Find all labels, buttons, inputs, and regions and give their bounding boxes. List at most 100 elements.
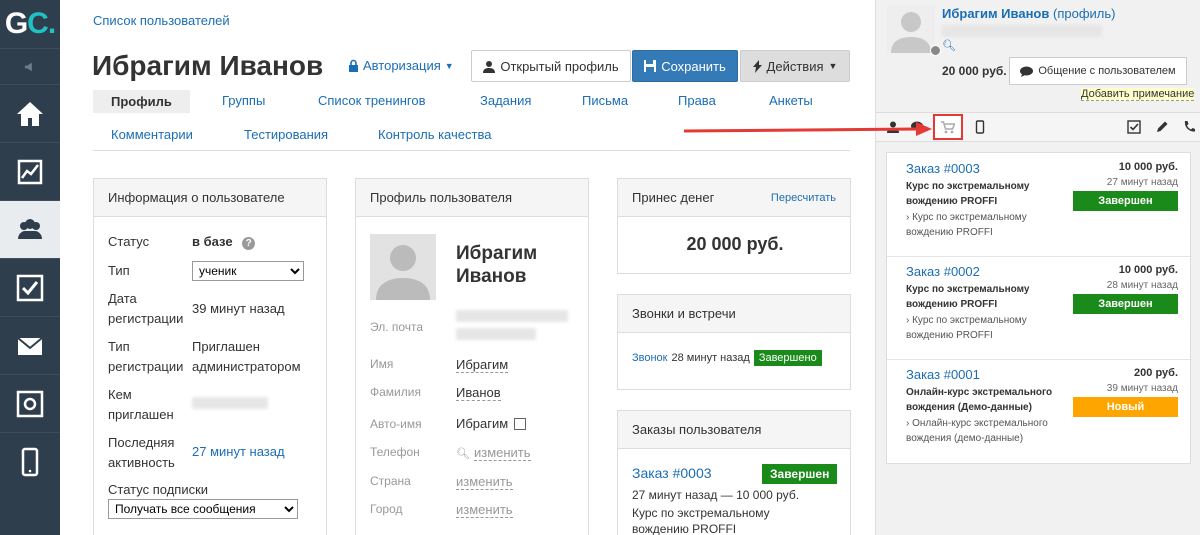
help-icon[interactable]: ? bbox=[242, 237, 256, 250]
recalculate-link[interactable]: Пересчитать bbox=[771, 192, 836, 204]
search-icon[interactable]: 🔍︎ bbox=[942, 39, 956, 52]
sidebar-item-announce[interactable] bbox=[0, 48, 60, 84]
profile-first-name: Ибрагим bbox=[456, 243, 538, 264]
offline-status-dot bbox=[930, 45, 941, 56]
caret-down-icon: ▼ bbox=[828, 61, 838, 71]
sidebar-item-home[interactable] bbox=[0, 84, 60, 142]
auth-dropdown[interactable]: Авторизация ▼ bbox=[348, 58, 454, 73]
order-link[interactable]: Заказ #0003 bbox=[906, 161, 980, 176]
reg-type-label-1: Тип bbox=[108, 339, 130, 354]
mobile-icon[interactable] bbox=[973, 120, 987, 134]
phone-label: Телефон bbox=[370, 445, 420, 459]
autoname-checkbox[interactable] bbox=[514, 417, 527, 430]
order-title: Онлайн-курс экстремального вождения (Дем… bbox=[906, 387, 1053, 413]
right-user-panel: Ибрагим Иванов (профиль) 🔍︎ 20 000 руб. … bbox=[875, 0, 1200, 535]
breadcrumb-users-list[interactable]: Список пользователей bbox=[93, 13, 230, 28]
tab-rights[interactable]: Права bbox=[678, 93, 716, 108]
country-change-link[interactable]: изменить bbox=[456, 474, 513, 490]
panel-heading: Заказы пользователя bbox=[618, 411, 850, 449]
logo[interactable]: G C. bbox=[0, 0, 60, 48]
tab-comments[interactable]: Комментарии bbox=[111, 127, 193, 142]
order-link[interactable]: Заказ #0001 bbox=[906, 367, 980, 382]
tab-letters[interactable]: Письма bbox=[582, 93, 628, 108]
order-item: Заказ #0001 200 руб. 39 минут назад Онла… bbox=[887, 360, 1192, 464]
tab-assignments[interactable]: Задания bbox=[480, 93, 531, 108]
reg-date-label-1: Дата bbox=[108, 291, 137, 306]
phone-icon[interactable] bbox=[1182, 120, 1196, 134]
last-active-link[interactable]: 27 минут назад bbox=[192, 444, 285, 459]
type-select[interactable]: ученик bbox=[192, 261, 304, 281]
order-status-badge: Новый bbox=[1073, 397, 1178, 417]
search-icon: 🔍︎ bbox=[456, 447, 470, 460]
city-label: Город bbox=[370, 502, 403, 516]
sidebar-item-tasks[interactable] bbox=[0, 258, 60, 316]
order-time: 27 минут назад bbox=[1106, 177, 1178, 188]
add-note-link[interactable]: Добавить примечание bbox=[1081, 88, 1195, 101]
sidebar-item-reports[interactable] bbox=[0, 142, 60, 200]
order-info: 27 минут назад — 10 000 руб. bbox=[632, 488, 800, 502]
pencil-icon[interactable] bbox=[1155, 120, 1169, 134]
order-desc-2: вождению PROFFI bbox=[632, 522, 737, 535]
tab-groups[interactable]: Группы bbox=[222, 93, 265, 108]
tab-tests[interactable]: Тестирования bbox=[244, 127, 328, 142]
actions-button[interactable]: Действия ▼ bbox=[740, 50, 850, 82]
call-item: Звонок 28 минут назад Завершено bbox=[632, 350, 822, 366]
envelope-icon bbox=[17, 336, 43, 355]
subscription-label: Статус подписки bbox=[108, 482, 209, 497]
country-label: Страна bbox=[370, 474, 411, 488]
sidebar-item-mobile[interactable] bbox=[0, 432, 60, 490]
order-subtitle: › Онлайн-курс экстремального вождения (д… bbox=[906, 418, 1048, 444]
orders-tab-highlighted[interactable] bbox=[933, 114, 963, 140]
safe-icon bbox=[16, 390, 44, 417]
tabs-divider bbox=[93, 150, 850, 151]
order-link[interactable]: Заказ #0002 bbox=[906, 264, 980, 279]
order-time: 28 минут назад bbox=[1106, 280, 1178, 291]
order-status-badge: Завершен bbox=[1073, 191, 1178, 211]
tab-forms[interactable]: Анкеты bbox=[769, 93, 813, 108]
avatar-silhouette-icon bbox=[370, 234, 436, 300]
tab-profile[interactable]: Профиль bbox=[93, 90, 190, 113]
sidebar-item-safe[interactable] bbox=[0, 374, 60, 432]
bolt-icon bbox=[752, 59, 762, 73]
right-orders-list: Заказ #0003 10 000 руб. 27 минут назад К… bbox=[886, 152, 1192, 464]
reg-date-value: 39 минут назад bbox=[192, 301, 285, 316]
city-change-link[interactable]: изменить bbox=[456, 502, 513, 518]
sidebar-item-mail[interactable] bbox=[0, 316, 60, 374]
chat-with-user-button[interactable]: Общение с пользователем bbox=[1009, 57, 1187, 85]
auth-label: Авторизация bbox=[363, 58, 441, 73]
checkbox-icon[interactable] bbox=[1127, 120, 1141, 134]
panel-title: Информация о пользователе bbox=[108, 190, 285, 205]
comment-icon[interactable] bbox=[910, 120, 924, 134]
panel-title: Звонки и встречи bbox=[632, 306, 736, 321]
subscription-select[interactable]: Получать все сообщения bbox=[108, 499, 298, 519]
tab-quality[interactable]: Контроль качества bbox=[378, 127, 491, 142]
avatar bbox=[370, 234, 436, 300]
floppy-icon bbox=[644, 60, 657, 72]
user-profile-panel: Профиль пользователя Ибрагим Иванов Эл. п… bbox=[355, 178, 589, 535]
email-blurred bbox=[456, 310, 568, 340]
left-sidebar: G C. bbox=[0, 0, 60, 535]
orders-panel: Заказы пользователя Заказ #0003 Завершен… bbox=[617, 410, 851, 535]
surname-field[interactable]: Иванов bbox=[456, 385, 501, 401]
right-user-name[interactable]: Ибрагим Иванов (профиль) bbox=[942, 6, 1115, 21]
reg-type-value-2: администратором bbox=[192, 359, 301, 374]
order-desc-1: Курс по экстремальному bbox=[632, 506, 770, 520]
tab-trainings[interactable]: Список тренингов bbox=[318, 93, 426, 108]
sidebar-item-users[interactable] bbox=[0, 200, 60, 258]
name-field[interactable]: Ибрагим bbox=[456, 357, 509, 373]
logo-c: C. bbox=[27, 7, 56, 40]
right-user-name-text: Ибрагим Иванов bbox=[942, 6, 1050, 21]
reg-type-value-1: Приглашен bbox=[192, 339, 260, 354]
save-button[interactable]: Сохранить bbox=[632, 50, 738, 82]
users-icon bbox=[18, 218, 42, 239]
chart-icon bbox=[17, 159, 43, 184]
order-link[interactable]: Заказ #0003 bbox=[632, 465, 712, 481]
user-icon[interactable] bbox=[886, 120, 900, 134]
panel-title: Заказы пользователя bbox=[632, 422, 762, 437]
call-link[interactable]: Звонок bbox=[632, 352, 668, 364]
profile-link[interactable]: (профиль) bbox=[1053, 6, 1115, 21]
money-amount: 20 000 руб. bbox=[686, 234, 784, 254]
open-profile-button[interactable]: Открытый профиль bbox=[471, 50, 631, 82]
status-value: в базе ? bbox=[192, 234, 256, 250]
phone-change-link[interactable]: изменить bbox=[473, 445, 531, 461]
